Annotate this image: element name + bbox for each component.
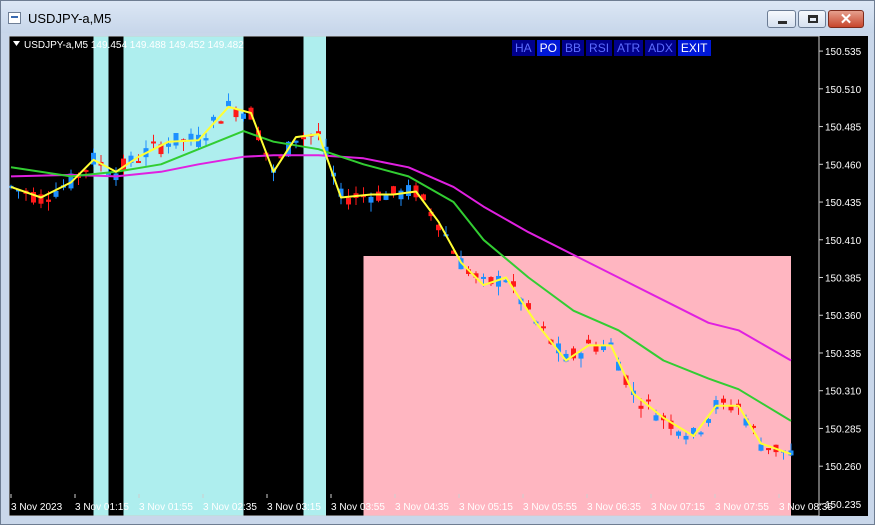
bear-candle — [376, 191, 381, 201]
price-label: 150.385 — [825, 274, 862, 285]
time-label: 3 Nov 03:55 — [331, 502, 385, 513]
bear-candle — [646, 399, 651, 402]
bear-candle — [218, 121, 224, 124]
title-bar[interactable]: USDJPY-a,M5 ✕ — [1, 1, 874, 33]
maximize-button[interactable] — [798, 10, 826, 28]
menu-button-rsi[interactable]: RSI — [586, 40, 613, 56]
price-label: 150.285 — [825, 424, 862, 435]
bear-candle — [728, 406, 734, 411]
price-label: 150.260 — [825, 462, 862, 473]
bear-candle — [346, 197, 351, 205]
close-icon: ✕ — [839, 11, 853, 28]
price-label: 150.335 — [825, 349, 862, 360]
time-label: 3 Nov 02:35 — [203, 502, 257, 513]
time-label: 3 Nov 2023 — [11, 502, 63, 513]
bull-candle — [166, 143, 171, 147]
bull-candle — [578, 353, 584, 359]
bear-candle — [541, 326, 546, 329]
bull-candle — [398, 190, 404, 200]
time-label: 3 Nov 05:15 — [459, 502, 513, 513]
bull-candle — [368, 196, 374, 203]
time-label: 3 Nov 01:15 — [75, 502, 129, 513]
bear-candle — [391, 186, 396, 195]
bear-candle — [586, 339, 591, 344]
menu-button-exit[interactable]: EXIT — [677, 40, 711, 56]
bear-candle — [721, 398, 726, 403]
price-label: 150.485 — [825, 123, 862, 134]
chart-window-icon — [8, 12, 21, 24]
bull-zone — [303, 36, 326, 516]
minimize-icon — [778, 21, 787, 24]
bull-candle — [226, 100, 231, 107]
bull-candle — [683, 435, 689, 440]
bull-zone — [93, 36, 109, 516]
price-label: 150.460 — [825, 160, 862, 171]
minimize-button[interactable] — [767, 10, 796, 28]
bear-candle — [301, 137, 306, 140]
menu-button-ha[interactable]: HA — [512, 40, 535, 56]
bull-zone — [123, 36, 244, 516]
time-label: 3 Nov 05:55 — [523, 502, 577, 513]
time-label: 3 Nov 01:55 — [139, 502, 193, 513]
bear-candle — [593, 346, 599, 352]
bull-candle — [481, 276, 486, 279]
time-label: 3 Nov 06:35 — [587, 502, 641, 513]
bear-candle — [151, 141, 156, 144]
time-label: 3 Nov 07:15 — [651, 502, 705, 513]
price-label: 150.510 — [825, 85, 862, 96]
price-label: 150.310 — [825, 387, 862, 398]
bull-candle — [676, 431, 681, 436]
close-button[interactable]: ✕ — [828, 10, 864, 28]
bull-candle — [698, 432, 704, 435]
bull-candle — [608, 342, 614, 345]
price-label: 150.535 — [825, 47, 862, 58]
bull-candle — [211, 116, 216, 121]
price-chart[interactable]: 150.535 150.510 150.485 150.460 150.435 150.4… — [8, 35, 868, 517]
bull-candle — [653, 415, 659, 421]
time-label: 3 Nov 03:15 — [267, 502, 321, 513]
bull-candle — [406, 185, 411, 197]
bull-candle — [173, 133, 179, 146]
time-label: 3 Nov 04:35 — [395, 502, 449, 513]
price-label: 150.410 — [825, 236, 862, 247]
menu-button-atr[interactable]: ATR — [614, 40, 644, 56]
menu-button-po[interactable]: PO — [536, 40, 561, 56]
bear-candle — [136, 161, 141, 164]
indicator-menu: HA PO BB RSI ATR ADX EXIT — [512, 40, 713, 56]
time-label: 3 Nov 08:35 — [779, 502, 833, 513]
bear-candle — [46, 199, 51, 202]
bull-candle — [241, 113, 246, 119]
price-label: 150.360 — [825, 311, 862, 322]
bull-candle — [203, 138, 209, 141]
bull-candle — [758, 444, 764, 451]
menu-button-adx[interactable]: ADX — [645, 40, 676, 56]
window-title: USDJPY-a,M5 — [28, 11, 112, 26]
symbol-info: USDJPY-a,M5 149.454 149.488 149.452 149.… — [24, 40, 244, 51]
app-window: USDJPY-a,M5 ✕ 150.535 150.510 150.485 150.4… — [0, 0, 875, 525]
maximize-icon — [808, 15, 818, 23]
bear-candle — [638, 405, 644, 409]
price-label: 150.435 — [825, 198, 862, 209]
time-label: 3 Nov 07:55 — [715, 502, 769, 513]
bear-candle — [766, 448, 771, 451]
chart-area[interactable]: 150.535 150.510 150.485 150.460 150.435 150.4… — [8, 35, 868, 517]
menu-button-bb[interactable]: BB — [562, 40, 585, 56]
